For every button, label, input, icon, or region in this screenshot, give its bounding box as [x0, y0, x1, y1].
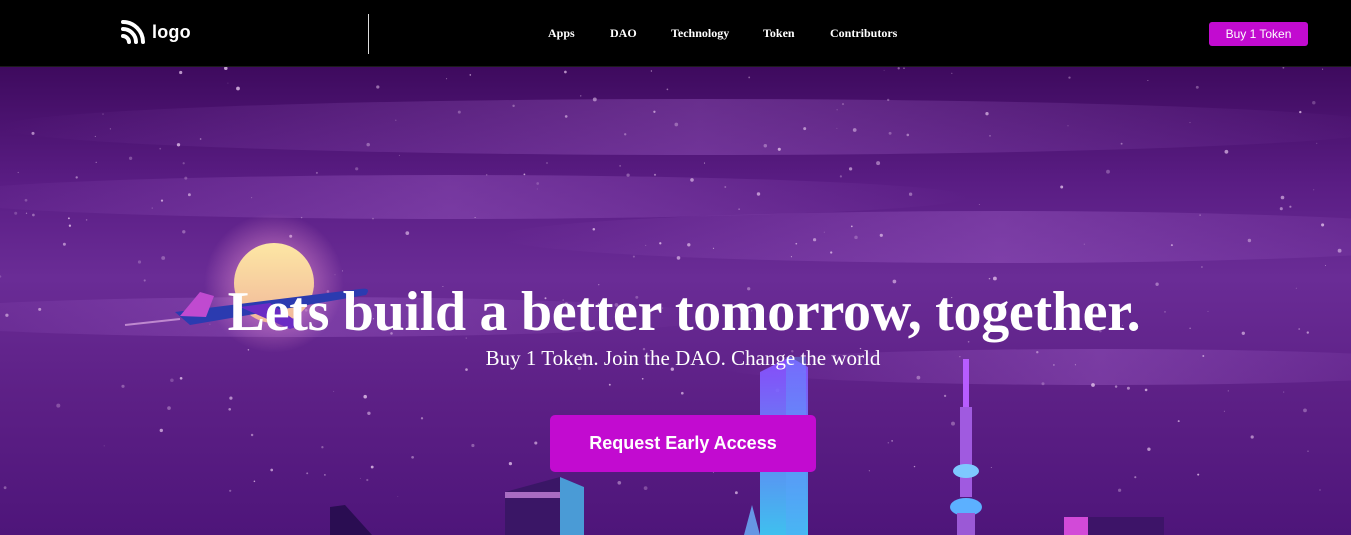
hero-subtitle: Buy 1 Token. Join the DAO. Change the wo… [485, 346, 881, 370]
nav-item-technology[interactable]: Technology [671, 26, 729, 41]
hero-section: Lets build a better tomorrow, together. … [0, 67, 1351, 535]
nav-item-dao[interactable]: DAO [610, 26, 637, 41]
buy-token-button[interactable]: Buy 1 Token [1209, 22, 1308, 46]
request-early-access-button[interactable]: Request Early Access [550, 415, 816, 472]
nav-item-contributors[interactable]: Contributors [830, 26, 897, 41]
top-nav: logo Apps DAO Technology Token Contribut… [0, 0, 1351, 67]
main-menu: Apps DAO Technology Token Contributors [0, 26, 1351, 42]
nav-item-token[interactable]: Token [763, 26, 795, 41]
hero-title: Lets build a better tomorrow, together. [227, 281, 1141, 343]
nav-item-apps[interactable]: Apps [548, 26, 575, 41]
